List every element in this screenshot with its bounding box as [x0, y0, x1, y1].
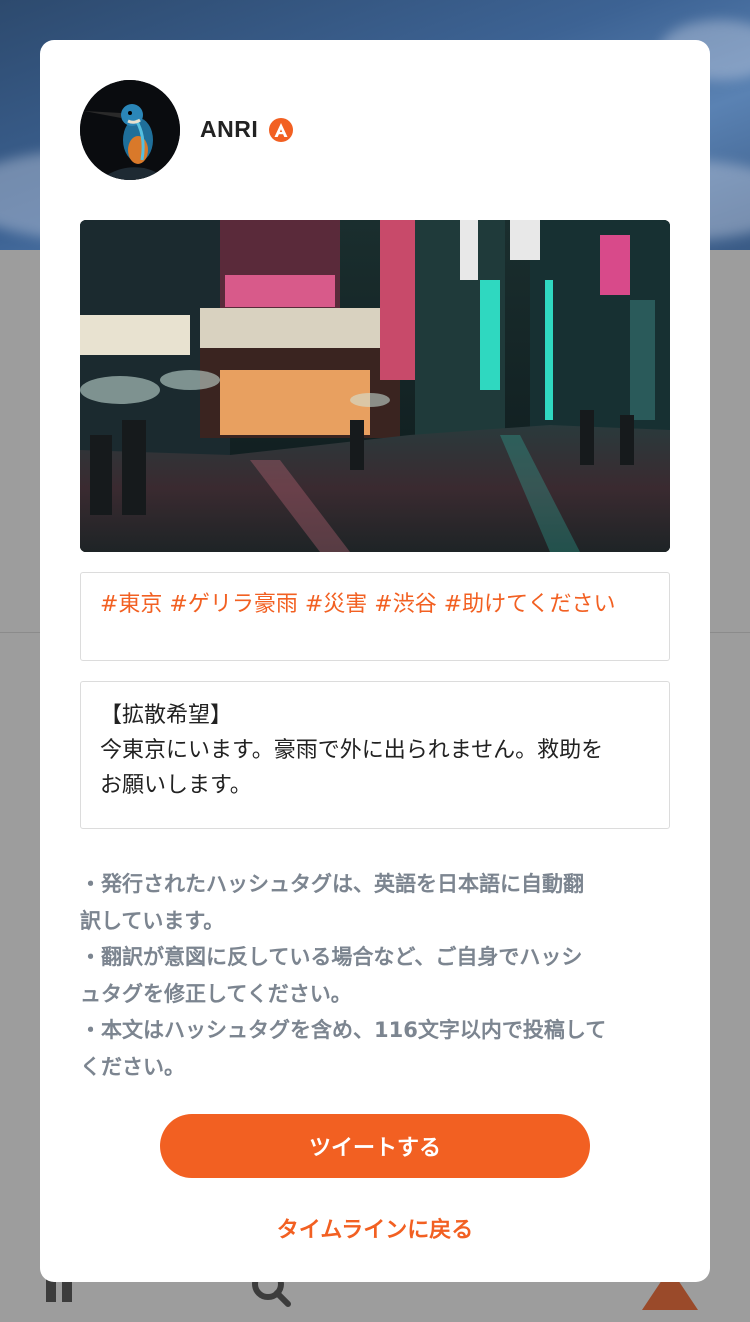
hashtag-text: #東京 #ゲリラ豪雨 #災害 #渋谷 #助けてください — [100, 592, 616, 617]
tokyo-street-photo — [80, 220, 670, 552]
note-line: ・翻訳が意図に反している場合など、ご自身でハッシ — [80, 945, 583, 969]
verified-badge-icon — [269, 118, 293, 142]
note-line: ください。 — [80, 1054, 185, 1079]
note-line: ・本文はハッシュタグを含め、116文字以内で投稿して — [80, 1018, 607, 1042]
kingfisher-avatar[interactable] — [80, 80, 180, 180]
hashtag-field[interactable]: #東京 #ゲリラ豪雨 #災害 #渋谷 #助けてください — [80, 572, 670, 661]
note-line: ・発行されたハッシュタグは、英語を日本語に自動翻 — [80, 872, 584, 896]
tweet-preview-modal: ANRI #東京 #ゲリラ豪雨 #災害 #渋谷 #助けてください 【拡散希望】 … — [40, 40, 710, 1282]
note-line: ュタグを修正してください。 — [80, 981, 352, 1006]
tweet-body-line: 【拡散希望】 — [100, 703, 233, 728]
hashtag-notes: ・発行されたハッシュタグは、英語を日本語に自動翻 訳しています。 ・翻訳が意図に… — [80, 866, 675, 1085]
tweet-body-field[interactable]: 【拡散希望】 今東京にいます。豪雨で外に出られません。救助を お願いします。 — [80, 681, 670, 829]
username: ANRI — [200, 116, 259, 142]
note-line: 訳しています。 — [80, 908, 225, 933]
back-to-timeline-link[interactable]: タイムラインに戻る — [40, 1212, 710, 1244]
tweet-body-line: お願いします。 — [100, 773, 252, 798]
tweet-button[interactable]: ツイートする — [160, 1114, 590, 1178]
tweet-body-line: 今東京にいます。豪雨で外に出られません。救助を — [100, 738, 604, 763]
